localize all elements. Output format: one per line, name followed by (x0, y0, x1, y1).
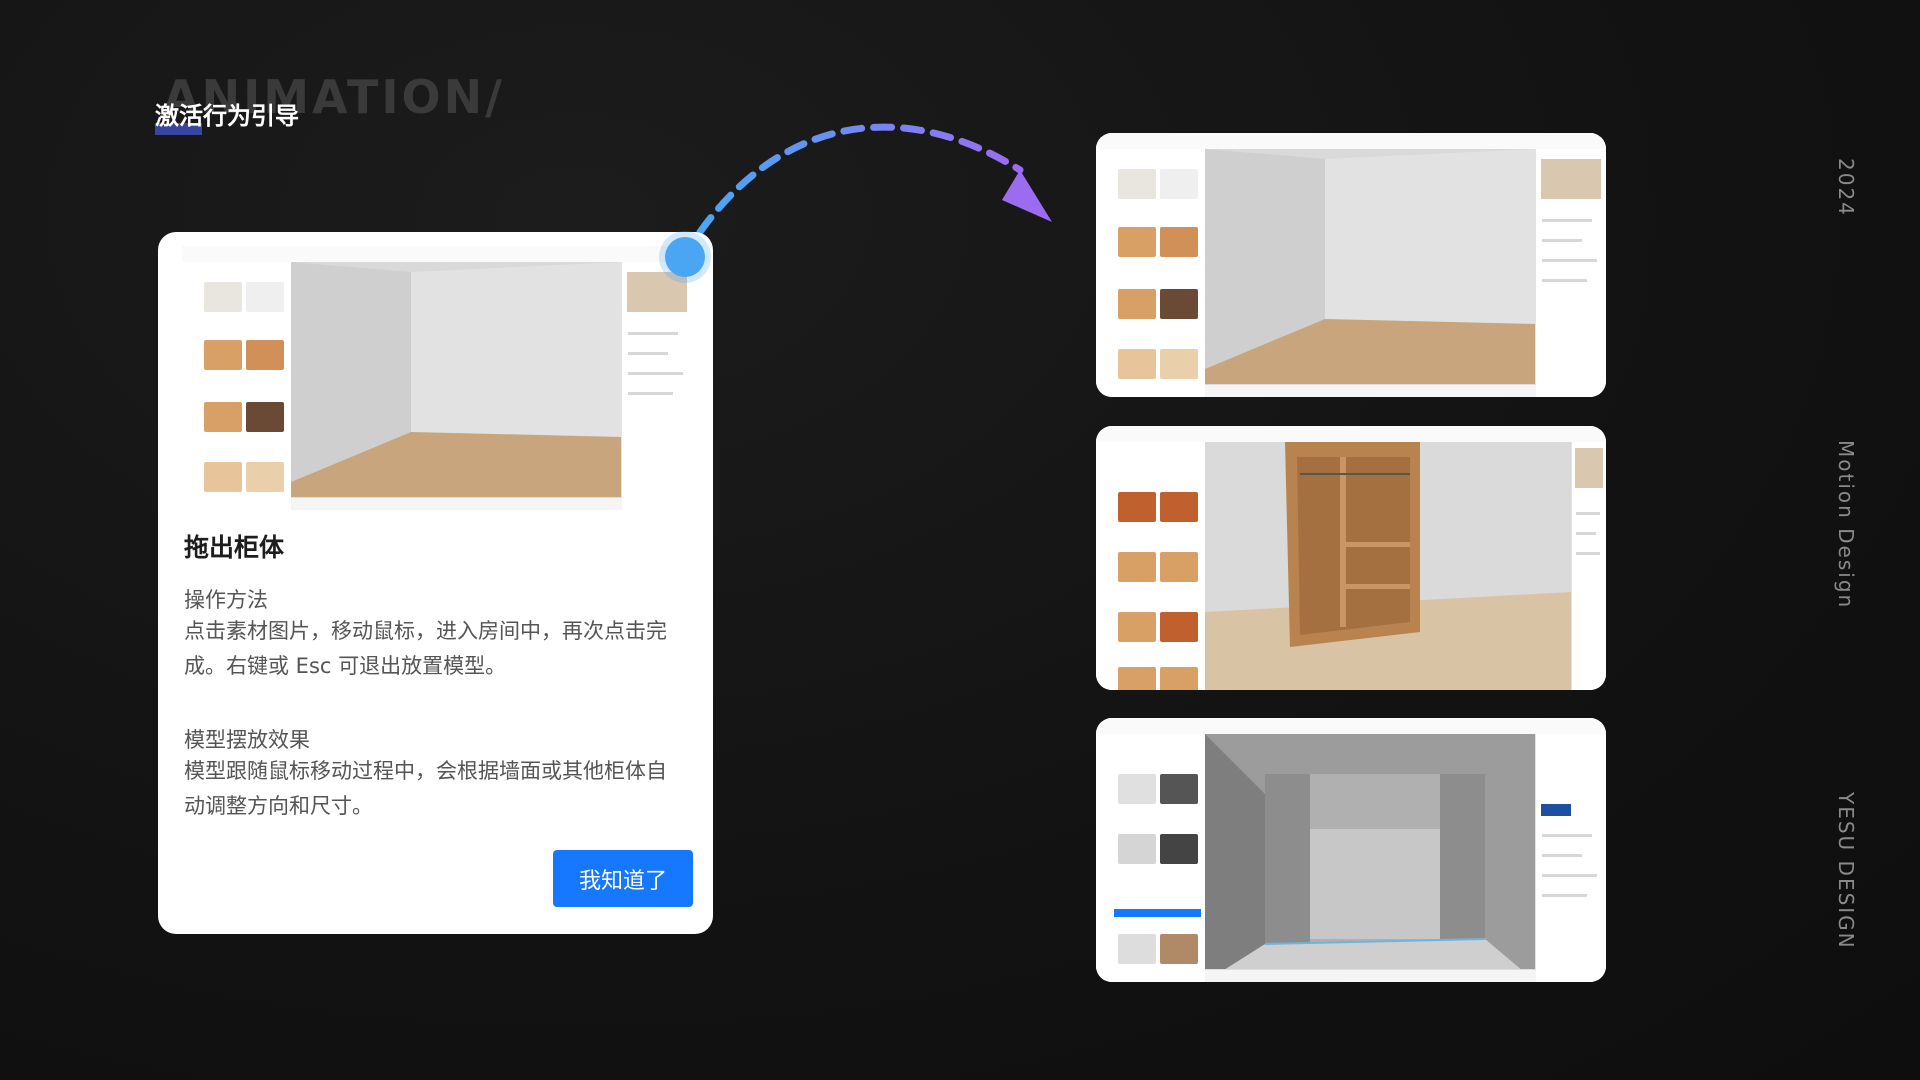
section-operation-heading: 操作方法 (184, 588, 268, 612)
guide-card: 拖出柜体 操作方法 点击素材图片，移动鼠标，进入房间中，再次点击完成。右键或 E… (158, 232, 713, 934)
cursor-dot-icon (665, 237, 705, 277)
section-effect-heading: 模型摆放效果 (184, 728, 310, 752)
page-title: 激活行为引导 (155, 102, 299, 130)
side-motion: Motion Design (1834, 440, 1858, 610)
card-title: 拖出柜体 (184, 533, 285, 562)
preview-wardrobe (1096, 426, 1606, 690)
preview-bedroom (1096, 718, 1606, 982)
preview-empty-room (1096, 133, 1606, 397)
got-it-button[interactable]: 我知道了 (553, 850, 693, 907)
section-effect-body: 模型跟随鼠标移动过程中，会根据墙面或其他柜体自动调整方向和尺寸。 (184, 759, 667, 818)
card-screenshot (182, 246, 692, 510)
side-year: 2024 (1834, 158, 1858, 217)
side-brand: YESU DESIGN (1834, 792, 1858, 950)
section-operation-body: 点击素材图片，移动鼠标，进入房间中，再次点击完成。右键或 Esc 可退出放置模型… (184, 619, 667, 678)
